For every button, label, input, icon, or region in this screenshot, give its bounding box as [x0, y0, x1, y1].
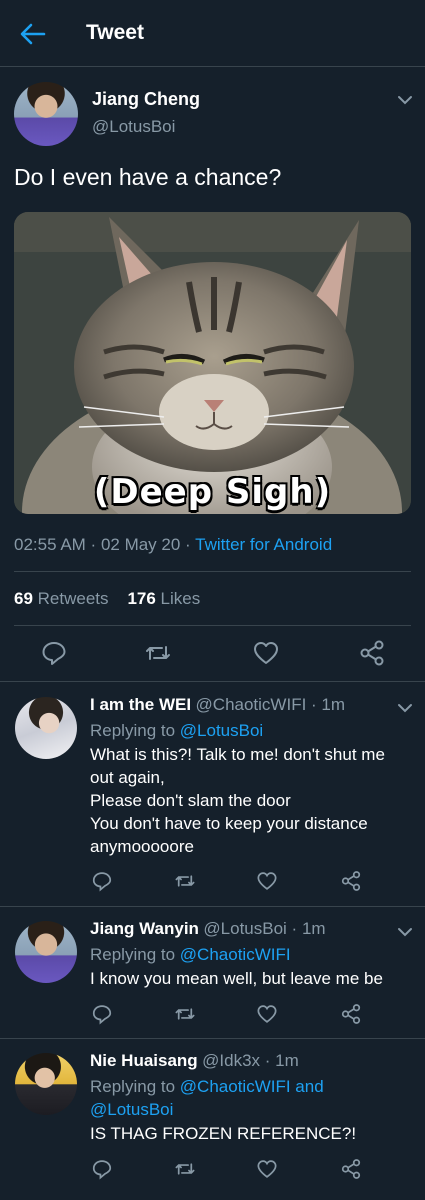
- share-icon[interactable]: [340, 1158, 362, 1180]
- reply-icon[interactable]: [40, 639, 68, 667]
- share-icon[interactable]: [358, 639, 386, 667]
- divider: [0, 906, 425, 907]
- reply-author-handle[interactable]: @ChaoticWIFI: [196, 695, 307, 714]
- mention-link[interactable]: @LotusBoi: [180, 721, 263, 740]
- reply-author-handle[interactable]: @Idk3x: [202, 1051, 260, 1070]
- tweet-date: 02 May 20: [100, 535, 181, 554]
- back-arrow-icon[interactable]: [18, 20, 48, 48]
- share-icon[interactable]: [340, 870, 362, 892]
- reply-text-line: anymooooore: [90, 837, 194, 856]
- chevron-down-icon[interactable]: [397, 924, 413, 937]
- retweets-stat[interactable]: 69 Retweets: [14, 589, 109, 608]
- reply-author-name[interactable]: Nie Huaisang: [90, 1051, 198, 1070]
- retweets-label: Retweets: [37, 589, 109, 608]
- author-name[interactable]: Jiang Cheng: [92, 89, 200, 110]
- image-caption: (Deep Sigh): [93, 472, 332, 512]
- avatar[interactable]: [15, 921, 77, 983]
- reply-header: Jiang Wanyin @LotusBoi · 1m: [90, 919, 326, 938]
- likes-stat[interactable]: 176 Likes: [127, 589, 200, 608]
- tweet-time: 02:55 AM: [14, 535, 86, 554]
- divider: [0, 66, 425, 67]
- tweet-meta: 02:55 AM · 02 May 20 · Twitter for Andro…: [14, 535, 333, 554]
- reply-time: 1m: [321, 695, 346, 714]
- avatar[interactable]: [15, 1053, 77, 1115]
- retweet-icon[interactable]: [174, 1158, 196, 1180]
- replying-label: Replying to: [90, 1077, 176, 1096]
- tweet-stats: 69 Retweets 176 Likes: [14, 589, 200, 609]
- retweet-icon[interactable]: [174, 870, 196, 892]
- reply-text: I know you mean well, but leave me be: [90, 967, 383, 990]
- like-icon[interactable]: [256, 1003, 278, 1025]
- reply-text-line: IS THAG FROZEN REFERENCE?!: [90, 1124, 357, 1143]
- like-icon[interactable]: [256, 1158, 278, 1180]
- share-icon[interactable]: [340, 1003, 362, 1025]
- reply-icon[interactable]: [91, 870, 113, 892]
- like-icon[interactable]: [252, 639, 280, 667]
- tweet-image[interactable]: (Deep Sigh): [14, 212, 411, 514]
- reply-icon[interactable]: [91, 1003, 113, 1025]
- replying-to: Replying to @ChaoticWIFI: [90, 943, 291, 966]
- likes-label: Likes: [160, 589, 201, 608]
- reply-icon[interactable]: [91, 1158, 113, 1180]
- likes-count: 176: [127, 589, 156, 608]
- like-icon[interactable]: [256, 870, 278, 892]
- replying-to: Replying to @ChaoticWIFI and: [90, 1075, 324, 1098]
- tweet-source-link[interactable]: Twitter for Android: [195, 535, 332, 554]
- chevron-down-icon[interactable]: [397, 92, 413, 105]
- page-title: Tweet: [86, 21, 144, 44]
- tweet-text: Do I even have a chance?: [14, 164, 282, 190]
- mention-link[interactable]: @ChaoticWIFI: [180, 945, 291, 964]
- chevron-down-icon[interactable]: [397, 700, 413, 713]
- reply-text-line: You don't have to keep your distance: [90, 814, 368, 833]
- retweet-icon[interactable]: [174, 1003, 196, 1025]
- retweet-icon[interactable]: [144, 639, 172, 667]
- cat-photo: [14, 212, 411, 514]
- divider: [14, 625, 411, 626]
- reply-text-line: What is this?! Talk to me! don't shut me: [90, 745, 385, 764]
- avatar[interactable]: [14, 82, 78, 146]
- reply-text: IS THAG FROZEN REFERENCE?!: [90, 1122, 356, 1145]
- avatar[interactable]: [15, 697, 77, 759]
- reply-author-name[interactable]: I am the WEI: [90, 695, 191, 714]
- divider: [0, 681, 425, 682]
- reply-text: What is this?! Talk to me! don't shut me…: [90, 743, 385, 858]
- reply-author-name[interactable]: Jiang Wanyin: [90, 919, 199, 938]
- reply-time: 1m: [301, 919, 326, 938]
- reply-header: Nie Huaisang @Idk3x · 1m: [90, 1051, 299, 1070]
- divider: [14, 571, 411, 572]
- reply-text-line: Please don't slam the door: [90, 791, 291, 810]
- mention-link[interactable]: @LotusBoi: [90, 1098, 173, 1121]
- reply-author-handle[interactable]: @LotusBoi: [203, 919, 286, 938]
- reply-text-line: I know you mean well, but leave me be: [90, 969, 383, 988]
- replying-to: Replying to @LotusBoi: [90, 719, 263, 742]
- reply-text-line: out again,: [90, 768, 165, 787]
- divider: [0, 1038, 425, 1039]
- replying-label: Replying to: [90, 721, 176, 740]
- mention-link[interactable]: @ChaoticWIFI and: [180, 1077, 324, 1096]
- author-handle[interactable]: @LotusBoi: [92, 117, 175, 137]
- retweets-count: 69: [14, 589, 33, 608]
- top-bar: Tweet: [0, 0, 425, 66]
- replying-label: Replying to: [90, 945, 176, 964]
- reply-header: I am the WEI @ChaoticWIFI · 1m: [90, 695, 346, 714]
- reply-time: 1m: [275, 1051, 299, 1070]
